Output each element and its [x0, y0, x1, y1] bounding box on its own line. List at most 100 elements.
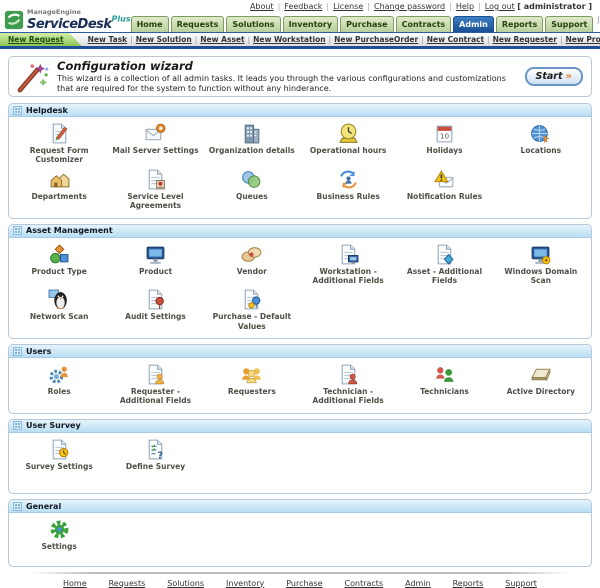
- section-title: Helpdesk: [26, 105, 68, 115]
- admin-item-windows-domain-scan[interactable]: Windows Domain Scan: [493, 243, 589, 286]
- quick-link-new-task[interactable]: New Task: [88, 35, 128, 44]
- section-body: Survey Settings? Define Survey: [9, 433, 591, 493]
- admin-item-locations[interactable]: Locations: [493, 122, 589, 165]
- admin-item-requester-additional-fields[interactable]: Requester - Additional Fields: [107, 363, 203, 406]
- logout-link[interactable]: Log out: [485, 2, 515, 11]
- footer-link-contracts[interactable]: Contracts: [345, 579, 384, 588]
- utility-links: About | Feedback | License | Change password | H…: [250, 2, 474, 11]
- admin-item-label: Requesters: [227, 387, 276, 396]
- holidays-icon: 10: [433, 122, 456, 145]
- admin-item-label: Settings: [41, 542, 77, 552]
- admin-item-requesters[interactable]: Requesters: [204, 363, 300, 406]
- footer-link-reports[interactable]: Reports: [453, 579, 484, 588]
- departments-icon: [48, 168, 71, 191]
- admin-item-technician-additional-fields[interactable]: Technician - Additional Fields: [300, 363, 396, 406]
- admin-item-roles[interactable]: Roles: [11, 363, 107, 406]
- utility-link-feedback[interactable]: Feedback: [284, 2, 322, 11]
- brand-suffix: Plus: [111, 14, 131, 24]
- admin-item-departments[interactable]: Departments: [11, 168, 107, 211]
- quick-link-new-purchaseorder[interactable]: New PurchaseOrder: [334, 35, 418, 44]
- quick-link-new-asset[interactable]: New Asset: [200, 35, 244, 44]
- utility-link-license[interactable]: License: [333, 2, 363, 11]
- admin-item-organization-details[interactable]: Organization details: [204, 122, 300, 165]
- admin-item-product-type[interactable]: Product Type: [11, 243, 107, 286]
- admin-item-label: Requester - Additional Fields: [119, 387, 192, 406]
- drag-handle-icon[interactable]: [13, 346, 22, 356]
- tab-support[interactable]: Support: [545, 16, 594, 32]
- section-body: Roles Requester - Additional Fields Reques…: [9, 358, 591, 413]
- admin-item-purchase-default-values[interactable]: Purchase - Default Values: [204, 288, 300, 331]
- admin-item-operational-hours[interactable]: Operational hours: [300, 122, 396, 165]
- section-title: Users: [26, 346, 52, 356]
- tab-reports[interactable]: Reports: [495, 16, 544, 32]
- header: ManageEngine ServiceDeskPlus Home Request…: [0, 8, 600, 33]
- admin-item-active-directory[interactable]: Active Directory: [493, 363, 589, 406]
- quick-link-new-product[interactable]: New Product: [566, 35, 600, 44]
- section-body: Settings: [9, 513, 591, 565]
- utility-link-help[interactable]: Help: [456, 2, 474, 11]
- admin-item-network-scan[interactable]: Network Scan: [11, 288, 107, 331]
- tab-solutions[interactable]: Solutions: [226, 16, 281, 32]
- admin-item-workstation-additional-fields[interactable]: Workstation - Additional Fields: [300, 243, 396, 286]
- operational-hours-icon: [337, 122, 360, 145]
- utility-link-about[interactable]: About: [250, 2, 274, 11]
- start-button-arrows: »: [565, 71, 572, 82]
- utility-link-change-password[interactable]: Change password: [374, 2, 445, 11]
- tab-inventory[interactable]: Inventory: [282, 16, 339, 32]
- footer-link-home[interactable]: Home: [63, 579, 87, 588]
- purchase-default-values-icon: [240, 288, 263, 311]
- start-button-label: Start: [535, 71, 563, 82]
- admin-item-holidays[interactable]: 10 Holidays: [396, 122, 492, 165]
- admin-item-service-level-agreements[interactable]: Service Level Agreements: [107, 168, 203, 211]
- quick-link-new-workstation[interactable]: New Workstation: [253, 35, 326, 44]
- svg-text:10: 10: [440, 132, 450, 141]
- tab-admin[interactable]: Admin: [453, 16, 494, 32]
- footer-link-solutions[interactable]: Solutions: [167, 579, 204, 588]
- admin-item-business-rules[interactable]: Business Rules: [300, 168, 396, 211]
- new-request-tab[interactable]: New Request: [0, 33, 82, 46]
- svg-text:?: ?: [157, 450, 162, 461]
- admin-item-settings[interactable]: Settings: [11, 518, 107, 551]
- admin-item-product[interactable]: Product: [107, 243, 203, 286]
- admin-sections: Helpdesk Request Form Customizer Mail Serv…: [8, 103, 592, 567]
- footer-link-requests[interactable]: Requests: [109, 579, 146, 588]
- admin-item-technicians[interactable]: Technicians: [396, 363, 492, 406]
- section-asset-management: Asset Management Product Type Product Vendo…: [8, 223, 592, 339]
- drag-handle-icon[interactable]: [13, 105, 22, 115]
- footer-link-purchase[interactable]: Purchase: [286, 579, 322, 588]
- admin-item-vendor[interactable]: Vendor: [204, 243, 300, 286]
- admin-item-label: Workstation - Additional Fields: [312, 266, 384, 285]
- quick-link-new-solution[interactable]: New Solution: [136, 35, 192, 44]
- drag-handle-icon[interactable]: [13, 226, 22, 235]
- admin-item-label: Request Form Customizer: [29, 146, 89, 165]
- admin-item-request-form-customizer[interactable]: Request Form Customizer: [11, 122, 107, 165]
- admin-item-asset-additional-fields[interactable]: Asset - Additional Fields: [396, 243, 492, 286]
- notification-rules-icon: [433, 168, 456, 191]
- start-button[interactable]: Start »: [524, 67, 583, 86]
- footer-link-support[interactable]: Support: [505, 579, 537, 588]
- admin-item-label: Roles: [47, 387, 71, 396]
- footer-link-inventory[interactable]: Inventory: [226, 579, 264, 588]
- locations-icon: [529, 122, 552, 145]
- quick-link-new-contract[interactable]: New Contract: [427, 35, 484, 44]
- quick-link-new-requester[interactable]: New Requester: [493, 35, 557, 44]
- section-title: User Survey: [26, 421, 81, 431]
- tab-requests[interactable]: Requests: [170, 16, 225, 32]
- section-header-helpdesk: Helpdesk: [9, 104, 591, 117]
- drag-handle-icon[interactable]: [13, 421, 22, 431]
- admin-item-notification-rules[interactable]: Notification Rules: [396, 168, 492, 211]
- tab-contracts[interactable]: Contracts: [395, 16, 452, 32]
- section-users: Users Roles Requester - Additional Fields R…: [8, 344, 592, 414]
- footer-link-admin[interactable]: Admin: [405, 579, 431, 588]
- admin-item-queues[interactable]: Queues: [204, 168, 300, 211]
- admin-item-survey-settings[interactable]: Survey Settings: [11, 438, 107, 471]
- admin-item-define-survey[interactable]: ? Define Survey: [107, 438, 203, 471]
- admin-item-mail-server-settings[interactable]: Mail Server Settings: [107, 122, 203, 165]
- drag-handle-icon[interactable]: [13, 501, 22, 511]
- tab-home[interactable]: Home: [130, 16, 169, 32]
- admin-item-label: Asset - Additional Fields: [406, 266, 483, 285]
- admin-item-audit-settings[interactable]: Audit Settings: [107, 288, 203, 331]
- section-header-user-survey: User Survey: [9, 419, 591, 433]
- define-survey-icon: ?: [144, 438, 167, 461]
- tab-purchase[interactable]: Purchase: [340, 16, 394, 32]
